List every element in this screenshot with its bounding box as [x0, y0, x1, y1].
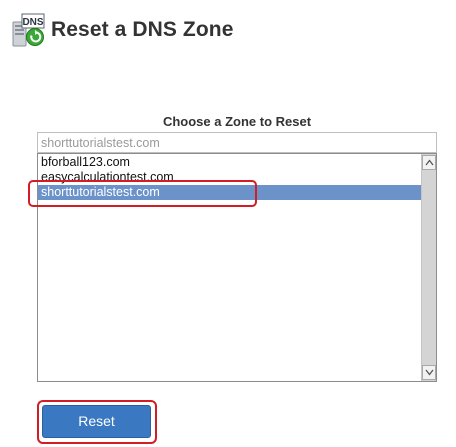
chevron-down-icon — [425, 369, 434, 376]
scroll-up-button[interactable] — [422, 155, 436, 170]
selected-zone-highlight — [28, 180, 257, 207]
zone-list-scrollbar[interactable] — [421, 154, 436, 381]
reset-button-highlight — [37, 400, 157, 444]
zone-filter-input[interactable] — [37, 132, 437, 153]
dns-reset-icon: DNS — [10, 13, 46, 47]
page-header: DNS Reset a DNS Zone — [10, 13, 450, 49]
zone-select-label: Choose a Zone to Reset — [162, 114, 312, 129]
chevron-up-icon — [425, 159, 434, 166]
icon-label: DNS — [22, 17, 43, 28]
page-title: Reset a DNS Zone — [51, 18, 234, 41]
zone-option-bforball123[interactable]: bforball123.com — [38, 155, 421, 170]
scroll-down-button[interactable] — [422, 365, 436, 380]
